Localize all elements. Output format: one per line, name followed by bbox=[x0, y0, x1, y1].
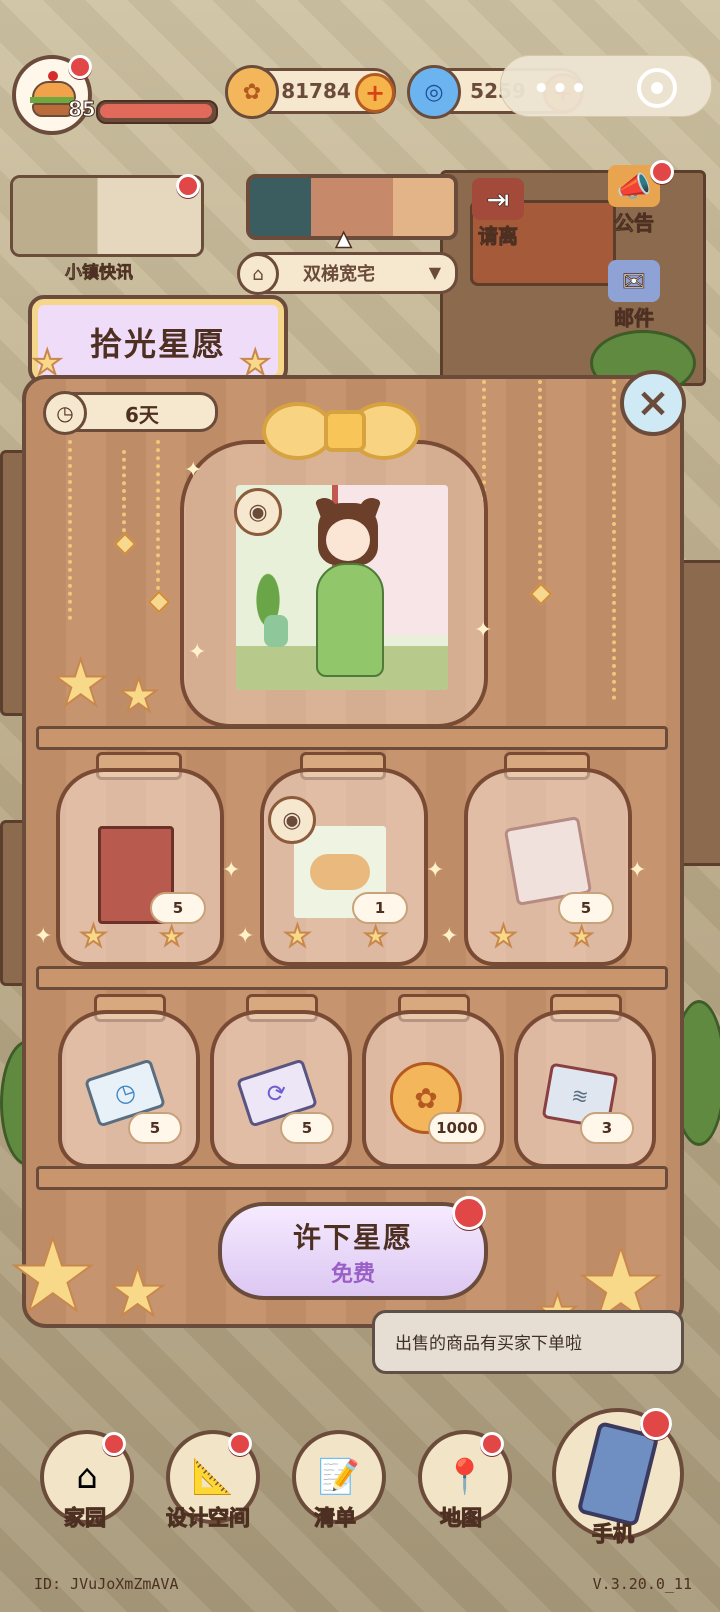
sparkle-icon: ✦ bbox=[222, 858, 241, 883]
map-pin-icon: 📍 bbox=[443, 1457, 487, 1497]
coin-amount: 81784 bbox=[281, 79, 351, 103]
shelf bbox=[36, 966, 668, 990]
coin-reward-count: 1000 bbox=[428, 1112, 486, 1144]
light-string bbox=[538, 380, 542, 580]
costume-girl-figure bbox=[308, 494, 388, 677]
wish-notification-dot bbox=[452, 1196, 486, 1230]
house-icon: ⌂ bbox=[237, 253, 279, 295]
add-coins-button[interactable]: + bbox=[355, 73, 395, 113]
wish-button-cost: 免费 bbox=[330, 1262, 375, 1287]
coin-icon: ✿ bbox=[225, 65, 279, 119]
star-decoration: ★ bbox=[569, 922, 594, 952]
exit-target-icon[interactable] bbox=[637, 68, 677, 108]
nav-list-label: 清单 bbox=[314, 1506, 357, 1531]
mini-program-capsule: ••• bbox=[500, 55, 712, 117]
sparkle-icon: ✦ bbox=[236, 924, 255, 949]
star-decoration: ★ bbox=[51, 647, 110, 721]
sparkle-icon: ✦ bbox=[628, 858, 647, 883]
star-decoration: ★ bbox=[107, 1254, 168, 1331]
star-decoration: ★ bbox=[117, 668, 160, 722]
scroll-count: 5 bbox=[558, 892, 614, 924]
sparkle-icon: ✦ bbox=[440, 924, 459, 949]
star-decoration: ★ bbox=[283, 919, 312, 954]
triangle-up-icon: ▲ bbox=[335, 225, 352, 251]
house-name: 双梯宽宅 bbox=[303, 264, 375, 285]
order-notification-text: 出售的商品有买家下单啦 bbox=[395, 1334, 582, 1354]
avatar-notification-dot bbox=[68, 55, 92, 79]
dog-count: 1 bbox=[352, 892, 408, 924]
leave-label: 请离 bbox=[478, 224, 519, 249]
star-decoration: ★ bbox=[363, 922, 388, 952]
leave-button[interactable]: ⇥ 请离 bbox=[460, 178, 536, 249]
user-id: ID: JVuJoXmZmAVA bbox=[34, 1575, 179, 1593]
light-string bbox=[612, 380, 616, 700]
sparkle-icon: ✦ bbox=[426, 858, 445, 883]
sparkle-icon: ✦ bbox=[34, 924, 53, 949]
star-decoration: ★ bbox=[79, 919, 108, 954]
book-count: 5 bbox=[150, 892, 206, 924]
eye-preview-icon[interactable]: ◉ bbox=[268, 796, 316, 844]
town-news-card[interactable] bbox=[10, 175, 204, 257]
envelope-icon: ✉ bbox=[608, 260, 660, 302]
light-string bbox=[68, 440, 72, 620]
refresh-card-count: 5 bbox=[280, 1112, 334, 1144]
fish-box-count: 3 bbox=[580, 1112, 634, 1144]
clock-icon: ◷ bbox=[43, 391, 87, 435]
home-notification-dot bbox=[102, 1432, 126, 1456]
phone-notification-dot bbox=[640, 1408, 672, 1440]
nav-phone-label: 手机 bbox=[592, 1522, 635, 1547]
checklist-icon: 📝 bbox=[317, 1457, 361, 1497]
sparkle-icon: ✦ bbox=[188, 640, 207, 665]
home-icon: ⌂ bbox=[76, 1457, 98, 1497]
clock-card-count: 5 bbox=[128, 1112, 182, 1144]
news-notification-dot bbox=[176, 174, 200, 198]
ruler-icon: 📐 bbox=[191, 1457, 235, 1497]
coin-counter: ✿ 81784 + bbox=[225, 65, 396, 119]
mail-button[interactable]: ✉ 邮件 bbox=[596, 260, 672, 331]
town-news-label: 小镇快讯 bbox=[65, 263, 134, 284]
light-string bbox=[156, 440, 160, 590]
experience-bar bbox=[96, 100, 218, 124]
notice-notification-dot bbox=[650, 160, 674, 184]
star-decoration: ★ bbox=[159, 922, 184, 952]
event-timer: ◷ 6天 bbox=[43, 391, 218, 435]
shelf bbox=[36, 726, 668, 750]
wish-button-label: 许下星愿 bbox=[292, 1221, 413, 1254]
map-notification-dot bbox=[480, 1432, 504, 1456]
bow-icon bbox=[262, 398, 420, 468]
shelf bbox=[36, 1166, 668, 1190]
design-notification-dot bbox=[228, 1432, 252, 1456]
app-version: V.3.20.0_11 bbox=[592, 1575, 692, 1593]
swirl-gem-icon: ◎ bbox=[407, 65, 461, 119]
timer-text: 6天 bbox=[125, 403, 159, 427]
notice-label: 公告 bbox=[614, 211, 655, 236]
nav-map-label: 地图 bbox=[440, 1506, 483, 1531]
sparkle-icon: ✦ bbox=[184, 458, 203, 483]
nav-home-label: 家园 bbox=[64, 1506, 107, 1531]
order-notification-bubble[interactable]: 出售的商品有买家下单啦 bbox=[372, 1310, 684, 1374]
star-decoration: ★ bbox=[7, 1217, 99, 1334]
light-string bbox=[482, 380, 486, 500]
house-selector[interactable]: ⌂ 双梯宽宅 ▼ bbox=[237, 252, 458, 295]
weather-panel bbox=[246, 174, 458, 240]
star-decoration: ★ bbox=[489, 919, 518, 954]
door-exit-icon: ⇥ bbox=[472, 178, 524, 220]
more-menu-icon[interactable]: ••• bbox=[533, 74, 589, 104]
mail-label: 邮件 bbox=[614, 306, 655, 331]
make-wish-button[interactable]: 许下星愿 免费 bbox=[218, 1202, 488, 1300]
sparkle-icon: ✦ bbox=[474, 618, 493, 643]
light-string bbox=[122, 450, 126, 540]
close-button[interactable]: × bbox=[620, 370, 686, 436]
player-level: 85 bbox=[68, 97, 97, 122]
nav-design-label: 设计空间 bbox=[166, 1506, 251, 1531]
chevron-down-icon: ▼ bbox=[428, 263, 441, 282]
eye-preview-icon[interactable]: ◉ bbox=[234, 488, 282, 536]
